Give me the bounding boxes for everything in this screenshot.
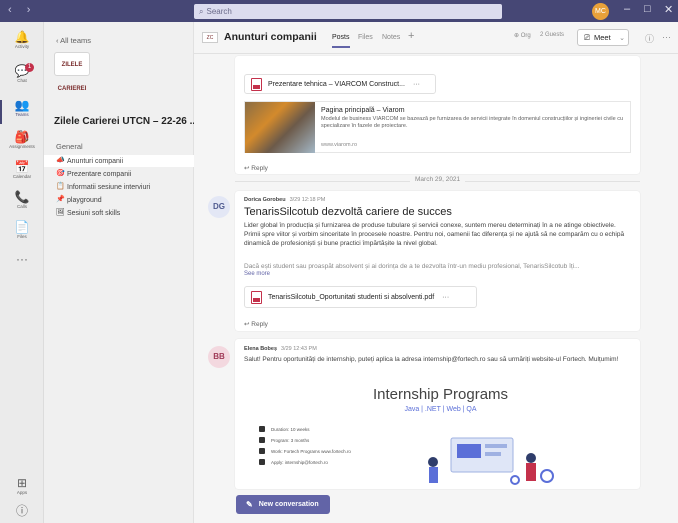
chat-icon: 💬 (14, 64, 30, 78)
more-options-icon[interactable]: ··· (662, 32, 671, 42)
see-more-link[interactable]: See more (244, 271, 270, 277)
team-panel: ‹ All teams ZILELE CARIEREI Zilele Carie… (44, 22, 194, 523)
tab-notes[interactable]: Notes (382, 34, 400, 41)
apps-icon: ⊞ (16, 476, 28, 490)
search-icon: ⌕ (199, 6, 204, 16)
more-icon[interactable]: ··· (413, 81, 420, 88)
pin-icon: 📌 (56, 196, 65, 203)
preview-url: www.viarom.ro (321, 142, 358, 148)
title-bar: ‹ › ⌕ Search MC – □ ✕ (0, 0, 678, 22)
reply-button[interactable]: ↩ Reply (244, 164, 268, 172)
team-name[interactable]: Zilele Carierei UTCN – 22-26 ... (54, 116, 194, 127)
rail-teams[interactable]: 👥 Teams (0, 98, 44, 128)
pdf-file-icon (251, 290, 262, 304)
poster-subtitle: Java | .NET | Web | QA (404, 406, 477, 413)
post-body: Lider global în producția și furnizarea … (244, 222, 625, 247)
close-icon[interactable]: ✕ (664, 3, 673, 16)
help-icon: ⓘ (15, 504, 28, 518)
rail-assignments[interactable]: 🎒 Assignments (0, 130, 44, 160)
calls-icon: 📞 (14, 190, 30, 204)
search-input[interactable]: ⌕ Search (194, 4, 502, 19)
channel-prezentare-companii[interactable]: 🎯 Prezentare companii (44, 168, 194, 180)
rail-calendar[interactable]: 📅 Calendar (0, 160, 44, 190)
preview-description: Modelul de business VIARCOM se bazează p… (321, 116, 624, 129)
calendar-icon: 📅 (14, 160, 30, 174)
channel-sesiuni-soft-skills[interactable]: 🖼 Sesiuni soft skills (44, 207, 194, 219)
channel-playground[interactable]: 📌 playground (44, 194, 194, 206)
nav-arrows[interactable]: ‹ › (8, 4, 36, 16)
assignments-icon: 🎒 (14, 130, 30, 144)
compose-icon: ✎ (246, 500, 253, 509)
maximize-icon[interactable]: □ (644, 3, 651, 15)
app-rail: 🔔 Activity 💬 1 Chat 👥 Teams 🎒 Assignments 📅 Ca… (0, 22, 44, 523)
rail-activity[interactable]: 🔔 Activity (0, 30, 44, 60)
chevron-down-icon: ⌄ (619, 34, 625, 42)
tab-posts[interactable]: Posts (332, 34, 350, 48)
minimize-icon[interactable]: – (624, 3, 630, 15)
rail-files[interactable]: 📄 Files (0, 220, 44, 250)
rail-calls[interactable]: 📞 Calls (0, 190, 44, 220)
teams-icon: 👥 (14, 98, 30, 112)
team-logo: ZILELE CARIEREI (54, 52, 90, 92)
more-icon: ··· (16, 252, 28, 266)
bell-icon: 🔔 (14, 30, 30, 44)
post-body: Salut! Pentru oportunități de internship… (244, 356, 619, 363)
pdf-file-icon (251, 77, 262, 91)
target-icon: 🎯 (56, 170, 65, 177)
channel-anunturi-companii[interactable]: 📣 Anunturi companii (44, 155, 194, 167)
user-avatar[interactable]: MC (592, 3, 609, 20)
calendar-icon (259, 426, 265, 432)
guests-chip[interactable]: 2 Guests (540, 32, 564, 38)
link-preview[interactable]: Pagina principală – Viarom Modelul de bu… (244, 101, 631, 153)
video-icon: ⎚ (584, 32, 590, 42)
rail-apps[interactable]: ⊞ Apps (0, 476, 44, 506)
preview-image (245, 102, 315, 153)
rail-chat[interactable]: 💬 1 Chat (0, 63, 44, 94)
reply-button[interactable]: ↩ Reply (244, 320, 268, 328)
internship-poster[interactable]: Internship Programs Java | .NET | Web | … (243, 382, 638, 488)
more-icon[interactable]: ··· (442, 294, 449, 301)
clipboard-icon: 📋 (56, 183, 65, 190)
channel-title: Anunturi companii (224, 31, 317, 43)
avatar[interactable]: BB (208, 346, 230, 368)
meet-button[interactable]: ⎚ Meet ⌄ (577, 29, 629, 46)
post-title: TenarisSilcotub dezvoltă cariere de succ… (244, 206, 452, 218)
globe-icon (259, 448, 265, 454)
info-icon[interactable]: ⓘ (645, 32, 654, 45)
date-separator: March 29, 2021 (235, 176, 640, 186)
poster-title: Internship Programs (372, 386, 509, 403)
message-meta: Dorica Gorobeu 3/29 12:18 PM (244, 197, 326, 203)
attachment-tenaris[interactable]: TenarisSilcotub_Oportunitati studenti si… (244, 286, 477, 308)
channel-header: ZC Anunturi companii Posts Files Notes +… (194, 22, 678, 54)
files-icon: 📄 (14, 220, 30, 234)
image-icon: 🖼 (56, 209, 65, 216)
all-teams-link[interactable]: ‹ All teams (56, 36, 91, 45)
new-conversation-button[interactable]: ✎ New conversation (236, 495, 330, 514)
channel-general[interactable]: General (56, 142, 83, 151)
channel-informatii-interviuri[interactable]: 📋 Informatii sesiune interviuri (44, 181, 194, 193)
hourglass-icon (259, 437, 265, 443)
megaphone-icon: 📣 (56, 157, 65, 164)
tab-files[interactable]: Files (358, 34, 373, 41)
chat-badge: 1 (25, 63, 34, 72)
mail-icon (259, 459, 265, 465)
rail-help[interactable]: ⓘ (0, 504, 44, 523)
rail-more[interactable]: ··· (0, 252, 44, 282)
poster-list: Duration: 10 weeks Program: 3 months Wor… (259, 426, 351, 470)
preview-title: Pagina principală – Viarom (321, 107, 405, 114)
poster-illustration (428, 437, 554, 485)
add-tab-button[interactable]: + (408, 30, 414, 42)
post-body-truncated: Dacă ești student sau proaspăt absolvent… (244, 263, 580, 270)
search-placeholder: Search (206, 7, 232, 16)
avatar[interactable]: DG (208, 196, 230, 218)
channel-logo: ZC (202, 32, 218, 43)
attachment-viarcom[interactable]: Prezentare tehnica – VIARCOM Construct..… (244, 74, 436, 94)
org-chip[interactable]: ⊕ Org (514, 32, 531, 39)
message-meta: Elena Bobeș 3/29 12:43 PM (244, 346, 317, 352)
